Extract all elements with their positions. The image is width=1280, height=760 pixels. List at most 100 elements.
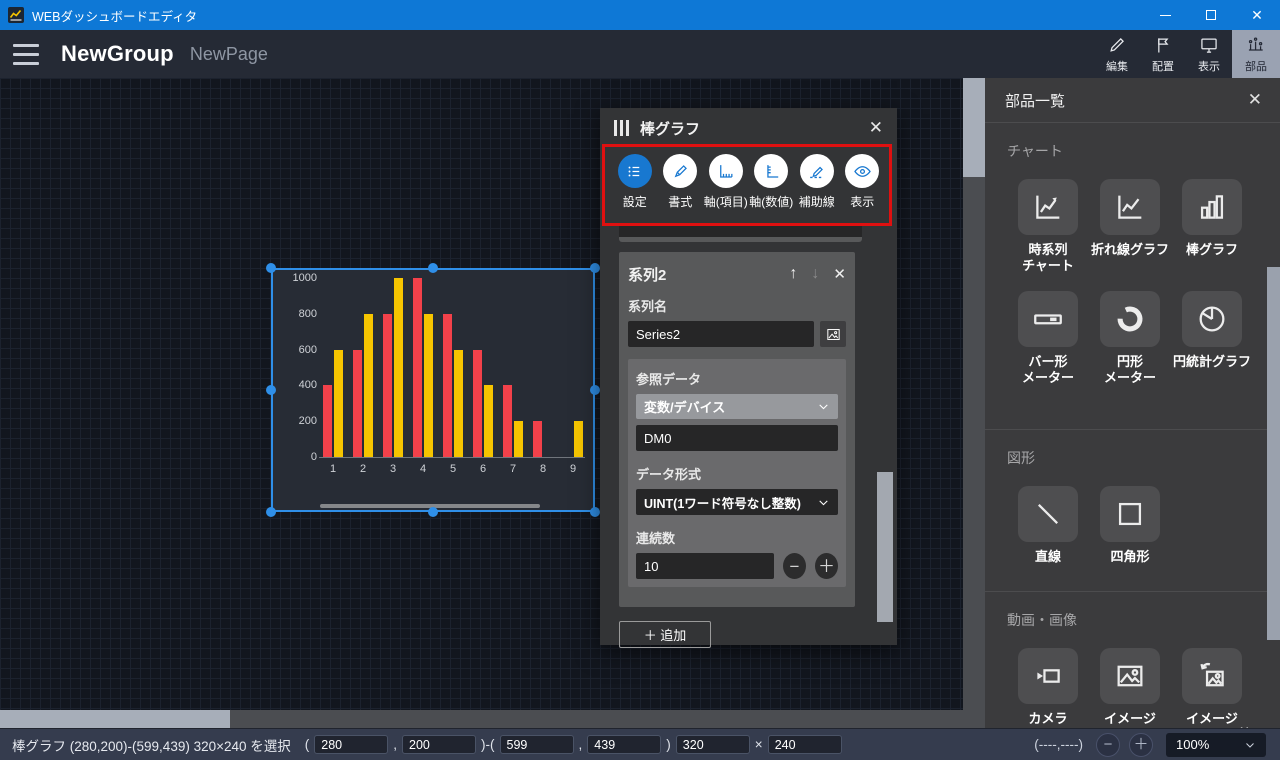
device-input[interactable]: [636, 425, 838, 451]
rectangle-icon: [1100, 486, 1160, 542]
bar-series2: [424, 314, 433, 457]
series-panel: 系列2 ↑ ↓ ✕ 系列名 参照データ: [619, 252, 855, 607]
minimize-icon: [1160, 15, 1171, 16]
bar-series1: [353, 350, 362, 457]
x-axis-tick: 6: [468, 463, 498, 475]
x2-input[interactable]: [500, 735, 574, 754]
bar-series2: [334, 350, 343, 457]
tab-display[interactable]: 表示: [840, 154, 886, 226]
bar-series1: [473, 350, 482, 457]
canvas-horizontal-scrollbar[interactable]: [0, 710, 963, 728]
part-item-bar-chart[interactable]: 棒グラフ: [1171, 179, 1253, 273]
tab-settings[interactable]: 設定: [612, 154, 658, 226]
selection-handle[interactable]: [428, 507, 438, 517]
guide-line-icon: [800, 154, 834, 188]
cursor-coords-text: (----,----): [1034, 737, 1083, 752]
y-axis-tick: 600: [273, 344, 317, 356]
zoom-out-button[interactable]: −: [1096, 733, 1120, 757]
scrollbar-thumb[interactable]: [0, 710, 230, 728]
width-input[interactable]: [676, 735, 750, 754]
part-item-bar-meter[interactable]: バー形 メーター: [1007, 291, 1089, 385]
part-item-camera[interactable]: カメラ: [1007, 648, 1089, 728]
panel-close-icon[interactable]: ✕: [1248, 90, 1262, 110]
count-input[interactable]: [636, 553, 774, 579]
part-item-straight-line[interactable]: 直線: [1007, 486, 1089, 565]
part-item-circle-meter[interactable]: 円形 メーター: [1089, 291, 1171, 385]
panel-scrollbar[interactable]: [1267, 267, 1280, 640]
y2-input[interactable]: [587, 735, 661, 754]
reference-data-label: 参照データ: [636, 369, 838, 388]
image-select-button[interactable]: [820, 321, 846, 347]
straight-line-icon: [1018, 486, 1078, 542]
window-title: WEBダッシュボードエディタ: [32, 6, 197, 25]
tab-axis-value[interactable]: 軸(数値): [749, 154, 795, 226]
pencil-icon: [1107, 35, 1127, 55]
timeseries-chart-icon: [1018, 179, 1078, 235]
hamburger-menu-icon[interactable]: [13, 44, 39, 65]
move-up-icon[interactable]: ↑: [789, 265, 797, 283]
tab-axis-item[interactable]: 軸(項目): [703, 154, 749, 226]
height-input[interactable]: [768, 735, 842, 754]
axis-value-icon: [754, 154, 788, 188]
x-axis-line: [319, 457, 585, 458]
selection-handle[interactable]: [590, 507, 600, 517]
series-name-input[interactable]: [628, 321, 814, 347]
layout-button[interactable]: 配置: [1140, 30, 1186, 78]
part-item-line-chart[interactable]: 折れ線グラフ: [1089, 179, 1171, 273]
selection-handle[interactable]: [266, 385, 276, 395]
series-delete-icon[interactable]: ✕: [833, 265, 846, 283]
selection-handle[interactable]: [266, 507, 276, 517]
part-item-pie-chart[interactable]: 円統計グラフ: [1171, 291, 1253, 385]
section-chart: チャート 時系列 チャート 折れ線グラフ: [985, 123, 1280, 429]
bar-series2: [484, 385, 493, 457]
bar-series2: [364, 314, 373, 457]
coordinate-fields: ( , )-( , ) ×: [305, 735, 842, 754]
data-format-select[interactable]: UINT(1ワード符号なし整数): [636, 489, 838, 515]
part-item-timeseries-chart[interactable]: 時系列 チャート: [1007, 179, 1089, 273]
bar-chart-widget[interactable]: 02004006008001000123456789: [273, 270, 593, 510]
scrollbar-thumb[interactable]: [963, 78, 985, 177]
maximize-button[interactable]: [1188, 0, 1234, 30]
eye-icon: [845, 154, 879, 188]
bar-series2: [394, 278, 403, 457]
bar-series1: [323, 385, 332, 457]
edit-button[interactable]: 編集: [1094, 30, 1140, 78]
zoom-level-select[interactable]: 100%: [1166, 733, 1266, 757]
selection-handle[interactable]: [266, 263, 276, 273]
count-label: 連続数: [636, 528, 838, 547]
parts-button[interactable]: 部品: [1232, 30, 1280, 78]
line-chart-icon: [1100, 179, 1160, 235]
y-axis-tick: 400: [273, 379, 317, 391]
decrement-button[interactable]: −: [783, 553, 806, 579]
bar-chart-dialog: 棒グラフ ✕ 設定 書式 軸(項目): [600, 108, 897, 645]
zoom-in-button[interactable]: ＋: [1129, 733, 1153, 757]
x1-input[interactable]: [314, 735, 388, 754]
y-axis-tick: 200: [273, 415, 317, 427]
part-item-image-swap[interactable]: イメージ ファイル入替: [1171, 648, 1253, 728]
add-series-button[interactable]: ＋ 追加: [619, 621, 711, 648]
y1-input[interactable]: [402, 735, 476, 754]
chevron-down-icon: [1244, 739, 1256, 751]
part-item-image[interactable]: イメージ: [1089, 648, 1171, 728]
dialog-scrollbar[interactable]: [877, 472, 893, 622]
increment-button[interactable]: ＋: [815, 553, 838, 579]
tab-format[interactable]: 書式: [658, 154, 704, 226]
dialog-titlebar[interactable]: 棒グラフ ✕: [600, 108, 897, 148]
drag-handle-icon[interactable]: [614, 120, 629, 136]
close-button[interactable]: ✕: [1234, 0, 1280, 30]
selection-handle[interactable]: [590, 263, 600, 273]
display-button[interactable]: 表示: [1186, 30, 1232, 78]
reference-source-select[interactable]: 変数/デバイス: [636, 394, 838, 419]
selection-handle[interactable]: [428, 263, 438, 273]
dialog-close-icon[interactable]: ✕: [869, 118, 883, 138]
part-item-rectangle[interactable]: 四角形: [1089, 486, 1171, 565]
minimize-button[interactable]: [1142, 0, 1188, 30]
parts-panel-title: 部品一覧: [1005, 90, 1065, 111]
move-down-icon[interactable]: ↓: [811, 265, 819, 283]
x-axis-tick: 8: [528, 463, 558, 475]
tab-guide-line[interactable]: 補助線: [794, 154, 840, 226]
pie-chart-icon: [1182, 291, 1242, 347]
canvas-vertical-scrollbar[interactable]: [963, 78, 985, 728]
selection-handle[interactable]: [590, 385, 600, 395]
dialog-scroll-area: 系列2 ↑ ↓ ✕ 系列名 参照データ: [619, 226, 855, 648]
